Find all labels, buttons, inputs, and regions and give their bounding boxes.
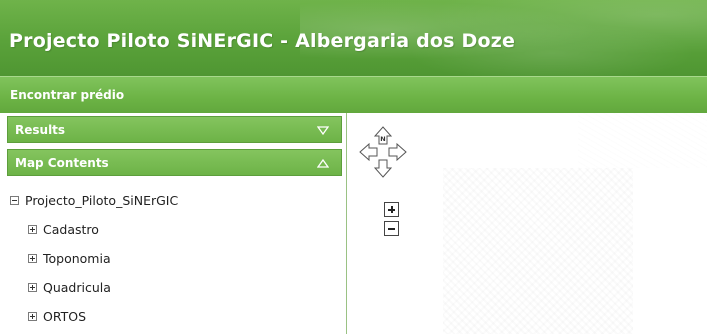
- left-panel: Results Map Contents Projecto_Piloto_SiN…: [0, 113, 347, 334]
- tree-node-label: Toponomia: [43, 250, 111, 266]
- expand-icon[interactable]: [28, 253, 37, 263]
- compass-north-label: N: [380, 135, 385, 143]
- results-panel-header[interactable]: Results: [7, 116, 342, 143]
- map-view[interactable]: N: [348, 113, 707, 334]
- map-contents-panel-label: Map Contents: [15, 156, 109, 170]
- tree-node-label: Quadricula: [43, 279, 111, 295]
- triangle-down-icon[interactable]: [317, 126, 329, 135]
- zoom-out-icon[interactable]: [384, 221, 399, 236]
- toolbar: Encontrar prédio: [0, 76, 707, 113]
- app-title: Projecto Piloto SiNErGIC - Albergaria do…: [9, 30, 516, 52]
- layer-tree: Projecto_Piloto_SiNErGIC Cadastro Topono…: [7, 179, 342, 334]
- tree-node-ortos[interactable]: ORTOS: [28, 307, 86, 325]
- tree-node-quadricula[interactable]: Quadricula: [28, 278, 111, 296]
- map-tile: [443, 168, 633, 334]
- find-parcel-link[interactable]: Encontrar prédio: [10, 88, 124, 102]
- expand-icon[interactable]: [28, 224, 37, 234]
- map-tile: [578, 113, 707, 168]
- tree-node-cadastro[interactable]: Cadastro: [28, 220, 99, 238]
- results-panel-label: Results: [15, 123, 66, 137]
- pan-right-icon[interactable]: [388, 142, 407, 162]
- pan-down-icon[interactable]: [373, 159, 393, 178]
- tree-node-label: Cadastro: [43, 221, 99, 237]
- zoom-in-icon[interactable]: [384, 202, 399, 217]
- tree-node-label: ORTOS: [43, 308, 87, 324]
- tree-root-node[interactable]: Projecto_Piloto_SiNErGIC: [10, 191, 178, 209]
- tree-node-toponomia[interactable]: Toponomia: [28, 249, 111, 267]
- pan-left-icon[interactable]: [359, 142, 378, 162]
- map-contents-panel-header[interactable]: Map Contents: [7, 149, 342, 176]
- expand-icon[interactable]: [28, 282, 37, 292]
- collapse-icon[interactable]: [10, 195, 19, 205]
- app-header: Projecto Piloto SiNErGIC - Albergaria do…: [0, 0, 707, 76]
- triangle-up-icon[interactable]: [317, 159, 329, 168]
- expand-icon[interactable]: [28, 311, 37, 321]
- tree-node-label: Projecto_Piloto_SiNErGIC: [25, 192, 179, 208]
- pan-arrows-icon[interactable]: N: [358, 125, 408, 179]
